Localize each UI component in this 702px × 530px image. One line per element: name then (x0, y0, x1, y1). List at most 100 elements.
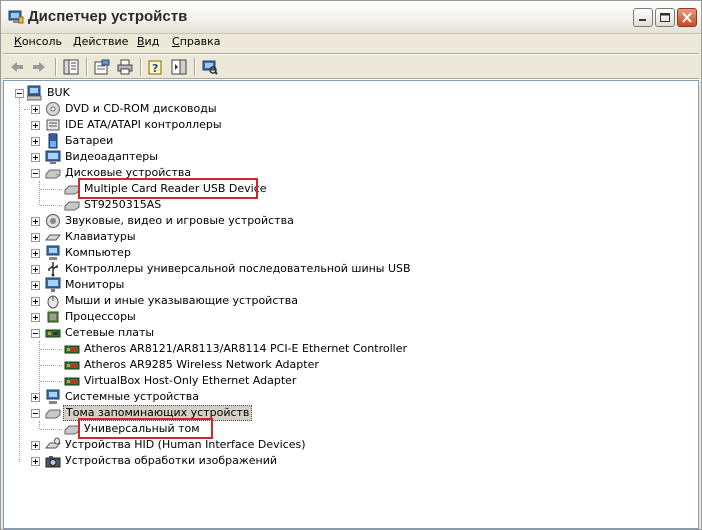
storage-volume-icon (45, 405, 61, 421)
camera-icon (45, 453, 61, 469)
collapse-toggle[interactable] (31, 169, 40, 178)
svg-text:?: ? (152, 62, 158, 75)
tree-view-icon (63, 59, 79, 75)
network-card-icon (64, 357, 80, 373)
tree-item-virtualbox-adapter[interactable]: VirtualBox Host-Only Ethernet Adapter (4, 373, 694, 389)
tree-item-dvd[interactable]: DVD и CD-ROM дисководы (4, 101, 694, 117)
tree-item-atheros-ar8121[interactable]: Atheros AR8121/AR8113/AR8114 PCI-E Ether… (4, 341, 694, 357)
tree-item-st9250315as[interactable]: ST9250315AS (4, 197, 694, 213)
computer-icon (26, 85, 43, 101)
hid-icon (44, 437, 62, 453)
print-button[interactable] (115, 57, 135, 77)
expand-toggle[interactable] (31, 121, 40, 130)
network-card-icon (64, 373, 80, 389)
help-button[interactable]: ? (146, 57, 166, 77)
expand-toggle[interactable] (31, 153, 40, 162)
toolbar-divider (194, 58, 196, 76)
tree-item-ide[interactable]: IDE ATA/ATAPI контроллеры (4, 117, 694, 133)
tree-item-processors[interactable]: Процессоры (4, 309, 694, 325)
minimize-button[interactable] (633, 8, 653, 27)
expand-toggle[interactable] (31, 297, 40, 306)
tree-item-network-adapters[interactable]: Сетевые платы (4, 325, 694, 341)
print-icon (117, 59, 133, 75)
menu-bar: Консоль Действие Вид Справка (1, 33, 701, 52)
expand-toggle[interactable] (31, 137, 40, 146)
disk-drive-icon (64, 197, 80, 213)
maximize-button[interactable] (655, 8, 675, 27)
device-tree[interactable]: BUK DVD и CD-ROM дисководы IDE ATA/ATAPI… (3, 80, 699, 529)
help-icon: ? (148, 60, 162, 75)
tree-item-video-adapters[interactable]: Видеоадаптеры (4, 149, 694, 165)
toolbar: ? (1, 55, 701, 79)
expand-toggle[interactable] (31, 441, 40, 450)
toolbar-divider (140, 58, 142, 76)
expand-toggle[interactable] (31, 249, 40, 258)
speaker-icon (45, 213, 61, 229)
expand-toggle[interactable] (31, 265, 40, 274)
close-button[interactable] (677, 8, 697, 27)
tree-item-computer[interactable]: Компьютер (4, 245, 694, 261)
tree-item-atheros-ar9285[interactable]: Atheros AR9285 Wireless Network Adapter (4, 357, 694, 373)
display-adapter-icon (45, 149, 61, 165)
tree-item-keyboards[interactable]: Клавиатуры (4, 229, 694, 245)
tree-item-hid[interactable]: Устройства HID (Human Interface Devices) (4, 437, 694, 453)
window-title: Диспетчер устройств (28, 8, 188, 25)
back-icon (11, 62, 23, 72)
title-bar[interactable]: Диспетчер устройств (1, 1, 701, 34)
highlight-generic-volume (78, 418, 213, 439)
menu-console[interactable]: Консоль (14, 35, 62, 48)
tree-item-usb-controllers[interactable]: Контроллеры универсальной последовательн… (4, 261, 694, 277)
back-button[interactable] (7, 57, 27, 77)
system-devices-icon (45, 389, 61, 405)
computer-icon (45, 245, 61, 261)
expand-toggle[interactable] (31, 281, 40, 290)
tree-item-sound[interactable]: Звуковые, видео и игровые устройства (4, 213, 694, 229)
usb-icon (45, 261, 61, 277)
menu-action[interactable]: Действие (73, 35, 128, 48)
show-hide-icon (171, 59, 187, 75)
menu-view[interactable]: Вид (137, 35, 159, 48)
toolbar-divider (55, 58, 57, 76)
battery-icon (45, 133, 61, 149)
disk-drive-icon (45, 165, 61, 181)
collapse-toggle[interactable] (15, 89, 24, 98)
tree-item-imaging[interactable]: Устройства обработки изображений (4, 453, 694, 469)
properties-button[interactable] (92, 57, 112, 77)
properties-icon (94, 59, 110, 75)
collapse-toggle[interactable] (31, 329, 40, 338)
menu-help[interactable]: Справка (172, 35, 220, 48)
device-manager-window: Диспетчер устройств Консоль Действие Вид… (0, 0, 702, 530)
tree-item-mice[interactable]: Мыши и иные указывающие устройства (4, 293, 694, 309)
ide-controller-icon (45, 117, 61, 133)
scan-hardware-icon (202, 60, 218, 75)
processor-icon (45, 309, 61, 325)
expand-toggle[interactable] (31, 313, 40, 322)
show-hide-button[interactable] (169, 57, 189, 77)
scan-hardware-button[interactable] (200, 57, 220, 77)
minimize-icon (639, 19, 646, 21)
expand-toggle[interactable] (31, 105, 40, 114)
tree-item-batteries[interactable]: Батареи (4, 133, 694, 149)
tree-root-label: BUK (47, 86, 70, 99)
keyboard-icon (44, 229, 62, 245)
collapse-toggle[interactable] (31, 409, 40, 418)
maximize-icon (660, 13, 670, 22)
menu-console-rest: онсоль (21, 35, 63, 48)
close-icon (682, 12, 692, 23)
expand-toggle[interactable] (31, 393, 40, 402)
dvd-drive-icon (45, 101, 61, 117)
tree-root[interactable]: BUK (9, 85, 209, 101)
expand-toggle[interactable] (31, 233, 40, 242)
network-card-icon (45, 325, 61, 341)
network-card-icon (64, 341, 80, 357)
highlight-card-reader (78, 178, 258, 199)
tree-view-button[interactable] (61, 57, 81, 77)
tree-item-monitors[interactable]: Мониторы (4, 277, 694, 293)
mouse-icon (45, 293, 61, 309)
forward-icon (33, 62, 45, 72)
toolbar-divider (86, 58, 88, 76)
tree-item-system-devices[interactable]: Системные устройства (4, 389, 694, 405)
expand-toggle[interactable] (31, 217, 40, 226)
forward-button[interactable] (29, 57, 49, 77)
expand-toggle[interactable] (31, 457, 40, 466)
